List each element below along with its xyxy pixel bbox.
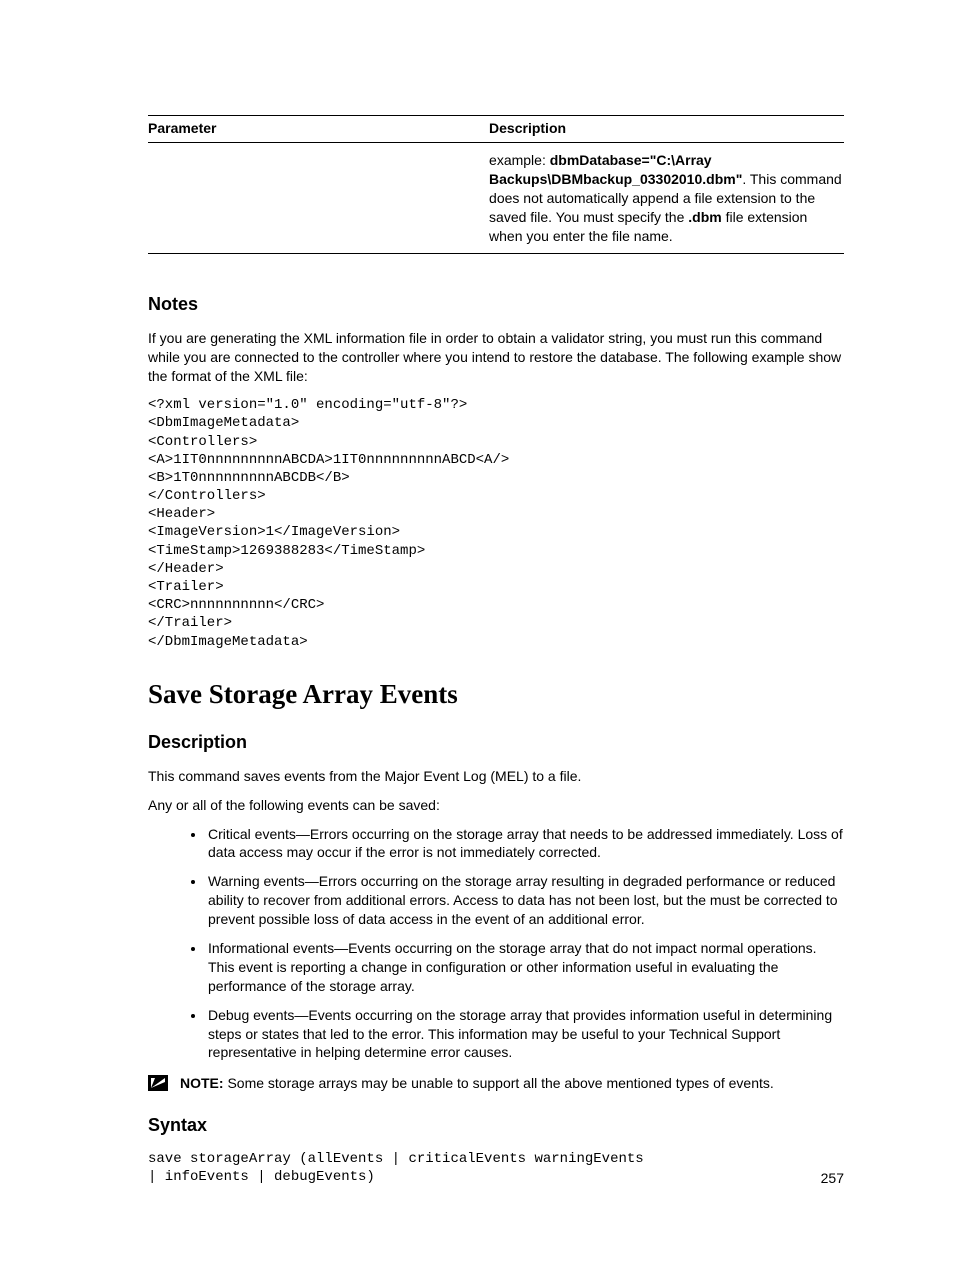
desc-text-prefix: example: bbox=[489, 152, 550, 168]
note-body: Some storage arrays may be unable to sup… bbox=[227, 1075, 773, 1091]
syntax-heading: Syntax bbox=[148, 1115, 844, 1136]
col-header-parameter: Parameter bbox=[148, 116, 489, 143]
col-header-description: Description bbox=[489, 116, 844, 143]
syntax-code-block: save storageArray (allEvents | criticalE… bbox=[148, 1150, 844, 1186]
notes-heading: Notes bbox=[148, 294, 844, 315]
note-icon bbox=[148, 1075, 168, 1091]
document-page: Parameter Description example: dbmDataba… bbox=[0, 0, 954, 1268]
list-item: Warning events—Errors occurring on the s… bbox=[206, 872, 844, 929]
note-callout: NOTE: Some storage arrays may be unable … bbox=[148, 1074, 844, 1093]
page-number: 257 bbox=[821, 1170, 844, 1186]
description-heading: Description bbox=[148, 732, 844, 753]
list-item: Critical events—Errors occurring on the … bbox=[206, 825, 844, 863]
parameter-table: Parameter Description example: dbmDataba… bbox=[148, 115, 844, 254]
param-cell-empty bbox=[148, 143, 489, 254]
list-item: Debug events—Events occurring on the sto… bbox=[206, 1006, 844, 1063]
section-title: Save Storage Array Events bbox=[148, 679, 844, 710]
notes-intro: If you are generating the XML informatio… bbox=[148, 329, 844, 386]
table-row: example: dbmDatabase="C:\Array Backups\D… bbox=[148, 143, 844, 254]
list-item: Informational events—Events occurring on… bbox=[206, 939, 844, 996]
xml-code-block: <?xml version="1.0" encoding="utf-8"?> <… bbox=[148, 396, 844, 651]
event-type-list: Critical events—Errors occurring on the … bbox=[148, 825, 844, 1063]
note-text: NOTE: Some storage arrays may be unable … bbox=[180, 1074, 774, 1093]
description-p1: This command saves events from the Major… bbox=[148, 767, 844, 786]
description-p2: Any or all of the following events can b… bbox=[148, 796, 844, 815]
table-header-row: Parameter Description bbox=[148, 116, 844, 143]
description-cell: example: dbmDatabase="C:\Array Backups\D… bbox=[489, 143, 844, 254]
note-label: NOTE: bbox=[180, 1075, 227, 1091]
desc-text-bold-ext: .dbm bbox=[688, 209, 721, 225]
